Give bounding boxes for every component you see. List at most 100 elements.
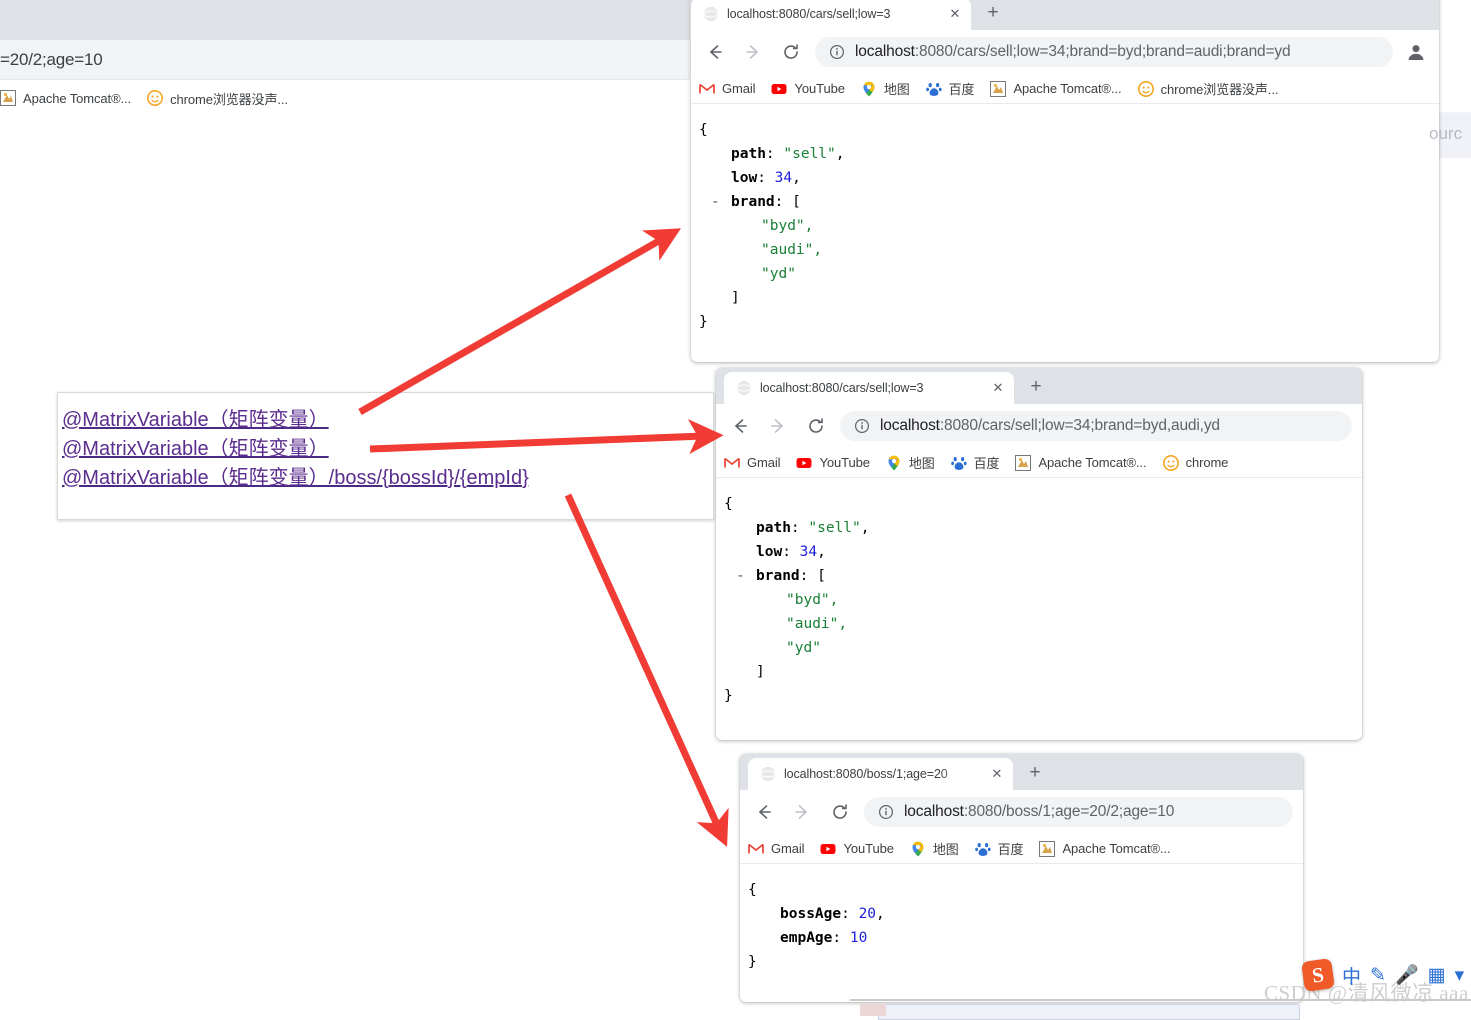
json-viewer: { path: "sell", low: 34, - brand: [ "byd"… (691, 118, 1439, 334)
bookmark-item-gmail[interactable]: Gmail (724, 455, 781, 471)
back-arrow-icon[interactable] (701, 38, 729, 66)
json-line-brand: - brand: [ (724, 564, 1362, 588)
bookmark-label: 地图 (908, 456, 935, 471)
bookmark-label: 地图 (883, 82, 910, 97)
info-circle-icon[interactable] (878, 804, 894, 820)
baidu-icon (950, 455, 967, 471)
forward-arrow-icon[interactable] (739, 38, 767, 66)
new-tab-button[interactable]: + (1022, 373, 1050, 401)
bookmark-item-maps[interactable]: 地图 (886, 453, 935, 472)
info-circle-icon[interactable] (854, 418, 870, 434)
bookmarks-bar: Gmail YouTube 地图 百度 Apache Tomcat®... (740, 834, 1303, 864)
tab-cars-semicolon[interactable]: localhost:8080/cars/sell;low=3 ✕ (691, 0, 971, 30)
json-key: empAge (780, 930, 833, 946)
background-omnibox-url: =20/2;age=10 (0, 49, 103, 69)
json-close-brace: } (699, 314, 708, 330)
note-row-1: @MatrixVariable（矩阵变量） (58, 393, 713, 435)
bookmark-item-maps[interactable]: 地图 (910, 839, 959, 858)
json-line-empage: empAge: 10 (780, 930, 868, 946)
json-open-brace: { (748, 882, 757, 898)
json-close-brace: } (748, 954, 757, 970)
arrow-to-window-3 (564, 493, 729, 847)
bookmark-item-gmail[interactable]: Gmail (699, 81, 756, 97)
bookmark-item-tomcat[interactable]: Apache Tomcat®... (0, 90, 131, 106)
address-bar-text: localhost:8080/cars/sell;low=34;brand=by… (855, 43, 1291, 61)
json-line-bossage: bossAge: 20, (780, 906, 885, 922)
address-bar[interactable]: localhost:8080/cars/sell;low=34;brand=by… (840, 411, 1352, 441)
ime-handwriting-icon[interactable]: ✎ (1370, 964, 1386, 987)
ime-mode-chinese[interactable]: 中 (1342, 962, 1361, 989)
profile-avatar-icon[interactable] (1403, 39, 1429, 65)
youtube-icon (771, 81, 787, 97)
bookmark-item-chrome-ext[interactable]: chrome浏览器没声... (1137, 79, 1279, 98)
address-bar[interactable]: localhost:8080/cars/sell;low=34;brand=by… (815, 37, 1393, 67)
note-row-3: @MatrixVariable（矩阵变量）/boss/{bossId}/{emp… (58, 464, 713, 493)
bookmark-item-gmail[interactable]: Gmail (748, 841, 805, 857)
bookmark-item-tomcat[interactable]: Apache Tomcat®... (1015, 454, 1147, 471)
ime-toolbar[interactable]: S 中 ✎ 🎤 ▦ ▾ (1301, 958, 1465, 992)
bookmark-item-maps[interactable]: 地图 (861, 79, 910, 98)
google-maps-icon (910, 841, 926, 857)
json-key: low (756, 544, 783, 560)
address-bar[interactable]: localhost:8080/boss/1;age=20/2;age=10 (864, 797, 1293, 827)
bookmark-label: chrome浏览器没声... (1160, 82, 1279, 97)
reload-icon[interactable] (802, 412, 830, 440)
tomcat-icon (990, 80, 1007, 97)
reload-icon[interactable] (826, 798, 854, 826)
collapse-toggle-icon[interactable]: - (736, 564, 745, 588)
bookmark-item-baidu[interactable]: 百度 (925, 79, 975, 98)
bookmark-item-youtube[interactable]: YouTube (796, 455, 870, 471)
matrixvariable-link-2[interactable]: @MatrixVariable（矩阵变量） (62, 435, 329, 464)
json-key: brand (756, 568, 800, 584)
tab-boss[interactable]: localhost:8080/boss/1;age=20 ✕ (748, 758, 1013, 790)
new-tab-button[interactable]: + (979, 0, 1007, 27)
ime-voice-icon[interactable]: 🎤 (1395, 963, 1419, 987)
json-line-low: low: 34, (756, 544, 826, 560)
background-omnibox[interactable]: =20/2;age=10 (0, 40, 690, 80)
bookmark-item-tomcat[interactable]: Apache Tomcat®... (990, 80, 1122, 97)
matrixvariable-link-3[interactable]: @MatrixVariable（矩阵变量）/boss/{bossId}/{emp… (62, 464, 529, 493)
json-array-close: ] (731, 290, 740, 306)
chrome-extension-icon (147, 90, 164, 106)
tab-cars-comma[interactable]: localhost:8080/cars/sell;low=3 ✕ (724, 372, 1014, 404)
matrixvariable-link-1[interactable]: @MatrixVariable（矩阵变量） (62, 406, 329, 435)
chrome-extension-icon (1137, 80, 1154, 97)
collapse-toggle-icon[interactable]: - (711, 190, 720, 214)
bookmark-item-tomcat[interactable]: Apache Tomcat®... (1039, 840, 1171, 857)
sogou-logo-icon[interactable]: S (1301, 958, 1335, 992)
tomcat-icon (1039, 840, 1056, 857)
ime-more-icon[interactable]: ▾ (1455, 964, 1465, 987)
reload-icon[interactable] (777, 38, 805, 66)
bookmark-item-chrome-ext[interactable]: chrome浏览器没声... (147, 89, 288, 108)
bookmark-item-baidu[interactable]: 百度 (950, 453, 1000, 472)
close-icon[interactable]: ✕ (947, 6, 963, 22)
bookmark-label: Apache Tomcat®... (1062, 841, 1171, 856)
json-value: 34 (799, 544, 818, 560)
background-tabstrip (0, 0, 690, 40)
bookmark-item-baidu[interactable]: 百度 (974, 839, 1024, 858)
forward-arrow-icon[interactable] (788, 798, 816, 826)
chrome-extension-icon (1162, 454, 1179, 471)
bookmark-item-youtube[interactable]: YouTube (771, 81, 845, 97)
close-icon[interactable]: ✕ (989, 766, 1005, 782)
back-arrow-icon[interactable] (726, 412, 754, 440)
json-line-brand: - brand: [ (699, 190, 1439, 214)
new-tab-button[interactable]: + (1021, 759, 1049, 787)
ime-panel-edge (860, 1004, 886, 1016)
arrow-to-window-1 (358, 228, 682, 416)
forward-arrow-icon[interactable] (764, 412, 792, 440)
ime-keyboard-icon[interactable]: ▦ (1428, 964, 1446, 987)
json-key: bossAge (780, 906, 842, 922)
back-arrow-icon[interactable] (750, 798, 778, 826)
address-path: :8080/cars/sell;low=34;brand=byd;brand=a… (914, 43, 1291, 60)
bookmarks-bar: Gmail YouTube 地图 百度 Apache Tomcat®... (716, 448, 1362, 478)
close-icon[interactable]: ✕ (990, 380, 1006, 396)
bookmark-item-chrome-ext[interactable]: chrome (1162, 454, 1228, 471)
bookmark-label: chrome浏览器没声... (170, 91, 288, 107)
background-browser-window-partial: =20/2;age=10 Apache Tomcat®... chrome浏览器… (0, 0, 690, 116)
bookmark-label: Apache Tomcat®... (1038, 455, 1147, 470)
info-circle-icon[interactable] (829, 44, 845, 60)
json-array-item: "yd" (786, 640, 821, 656)
bookmark-label: 百度 (948, 82, 975, 97)
bookmark-item-youtube[interactable]: YouTube (820, 841, 894, 857)
